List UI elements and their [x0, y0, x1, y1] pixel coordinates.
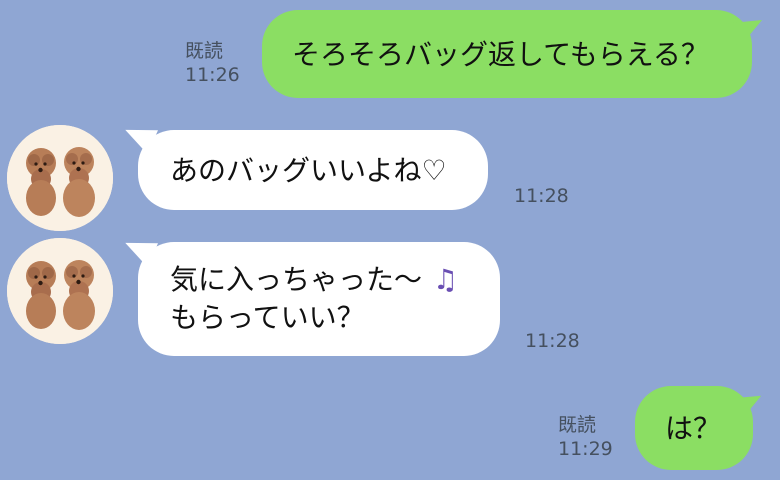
message-bubble[interactable]: そろそろバッグ返してもらえる？	[262, 10, 752, 98]
poodle-avatar-icon	[7, 238, 113, 344]
read-receipt: 既読	[185, 40, 224, 62]
message-text: そろそろバッグ返してもらえる？	[292, 37, 709, 71]
message-text: 気に入っちゃった〜 ♫ もらっていい？	[170, 261, 458, 337]
message-meta: 既読 11:26	[185, 40, 240, 88]
music-note-icon: ♫	[432, 263, 459, 297]
message-text: あのバッグいいよね♡	[170, 153, 447, 187]
message-time: 11:29	[558, 437, 613, 460]
message-bubble[interactable]: あのバッグいいよね♡	[138, 130, 488, 210]
message-time: 11:26	[185, 63, 240, 86]
poodle-avatar-icon	[7, 125, 113, 231]
message-time: 11:28	[514, 185, 569, 207]
message-bubble[interactable]: 気に入っちゃった〜 ♫ もらっていい？	[138, 242, 500, 356]
avatar[interactable]	[7, 238, 113, 344]
message-text-line: もらっていい？	[170, 301, 365, 334]
message-meta: 既読 11:29	[558, 414, 613, 462]
avatar[interactable]	[7, 125, 113, 231]
message-time: 11:28	[525, 330, 580, 352]
message-text: は？	[665, 411, 722, 445]
message-text-line: 気に入っちゃった〜 ♫	[170, 261, 458, 299]
read-receipt: 既読	[558, 414, 597, 436]
chat-thread: 既読 11:26 そろそろバッグ返してもらえる？ あのバッグいいよね♡ 11:2…	[0, 0, 780, 480]
